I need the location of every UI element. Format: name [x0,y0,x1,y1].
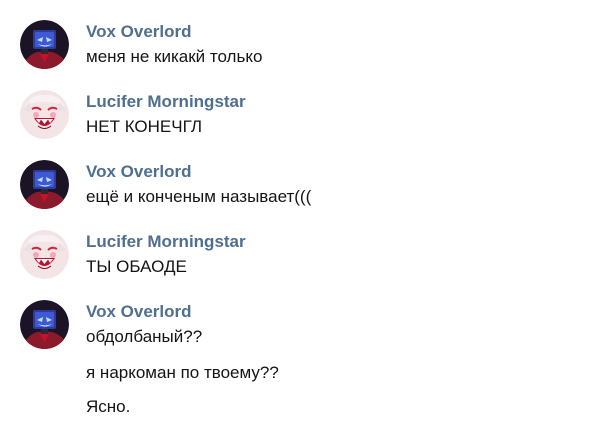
message-text: я наркоман по твоему?? [86,363,279,382]
message-author[interactable]: Vox Overlord [86,162,192,182]
lucifer-avatar-icon[interactable] [20,90,69,139]
chat-message-list: Vox Overlord меня не кикакй только Lucif… [0,0,600,438]
message-author[interactable]: Vox Overlord [86,302,192,322]
message-author[interactable]: Lucifer Morningstar [86,92,246,112]
message-author[interactable]: Lucifer Morningstar [86,232,246,252]
message-text: меня не кикакй только [86,47,263,66]
message-text: ещё и конченым называет((( [86,187,312,206]
message-author[interactable]: Vox Overlord [86,22,192,42]
vox-avatar-icon[interactable] [20,160,69,209]
message-text: НЕТ КОНЕЧГЛ [86,117,203,136]
lucifer-avatar-icon[interactable] [20,230,69,279]
message-group: Lucifer Morningstar НЕТ КОНЕЧГЛ [0,90,600,140]
vox-avatar-icon[interactable] [20,20,69,69]
message-group: Vox Overlord меня не кикакй только [0,20,600,70]
message-group: Vox Overlord ещё и конченым называет((( [0,160,600,210]
message-text: Ясно. [86,397,131,416]
message-group: Lucifer Morningstar ТЫ ОБАОДЕ [0,230,600,280]
message-text: обдолбаный?? [86,327,203,346]
message-text: ТЫ ОБАОДЕ [86,257,187,276]
vox-avatar-icon[interactable] [20,300,69,349]
message-group: Vox Overlord обдолбаный?? я наркоман по … [0,300,600,425]
